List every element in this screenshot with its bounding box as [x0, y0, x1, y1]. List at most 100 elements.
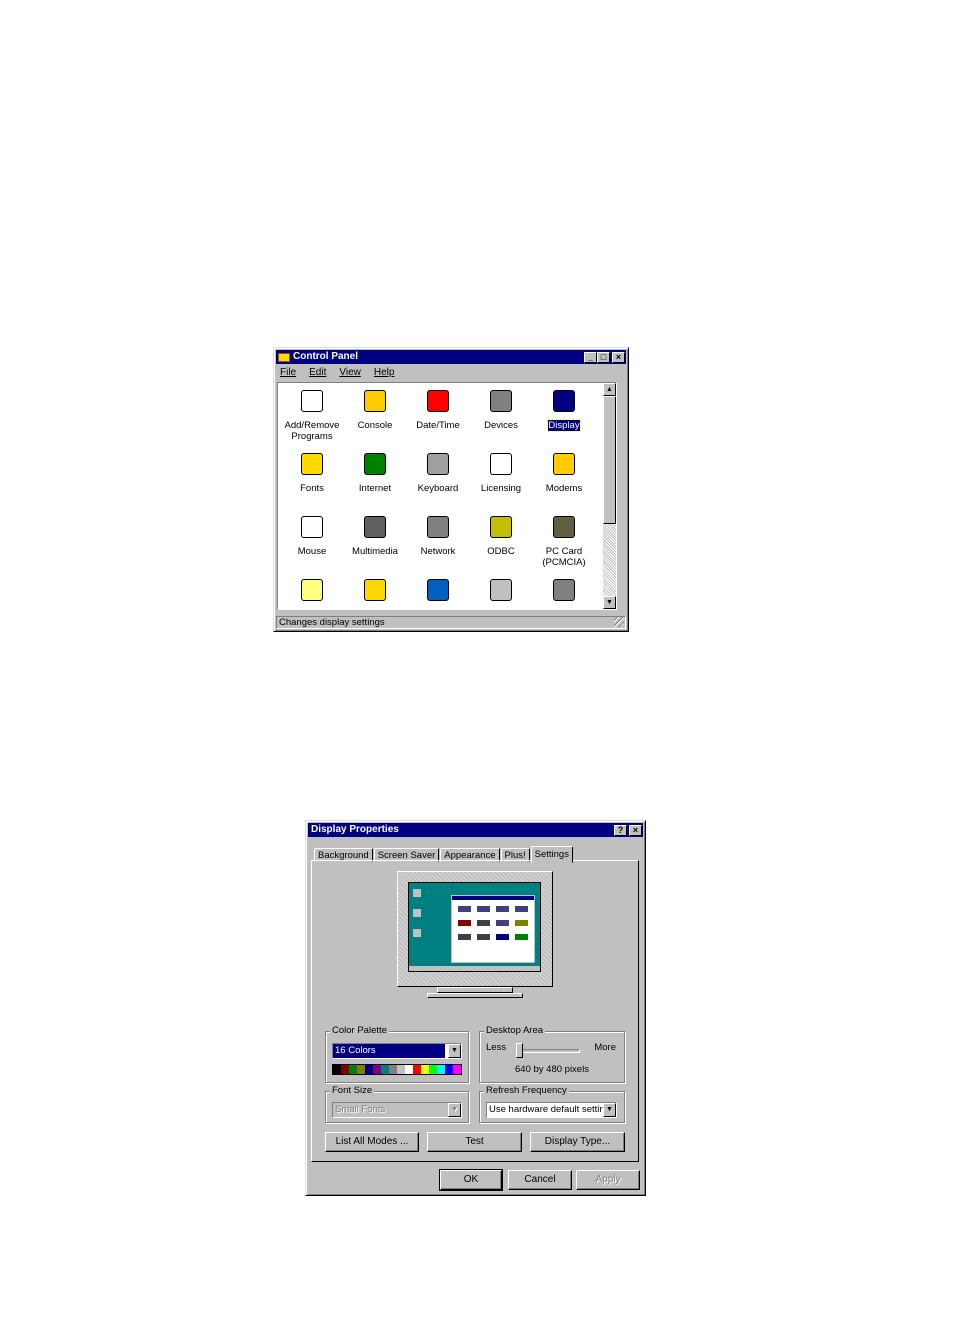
control-panel-icon-view: ▲ ▼ Add/Remove Programs Console Date/Time D… — [277, 382, 617, 610]
minimize-icon[interactable]: _ — [584, 351, 597, 363]
display-properties-titlebar[interactable]: Display Properties ? × — [308, 823, 643, 837]
font-size-group: Font Size Small Fonts ▼ — [325, 1085, 469, 1123]
color-swatch — [429, 1065, 437, 1074]
control-panel-item[interactable]: Modems — [532, 450, 596, 494]
control-panel-item[interactable]: Devices — [469, 387, 533, 431]
settings-tab-panel: Color Palette 16 Colors ▼ Desktop Area L… — [311, 860, 639, 1162]
color-swatch — [445, 1065, 453, 1074]
close-icon[interactable]: × — [629, 824, 642, 836]
desktop-area-slider-track[interactable] — [518, 1049, 580, 1053]
control-panel-item[interactable]: Mouse — [280, 513, 344, 557]
control-panel-item-label: Regional — [406, 609, 470, 610]
control-panel-item-label: Console — [357, 420, 393, 431]
color-swatch — [413, 1065, 421, 1074]
control-panel-item[interactable]: Console — [343, 387, 407, 431]
control-panel-item[interactable]: Server — [532, 576, 596, 610]
color-palette-swatches — [332, 1064, 462, 1075]
control-panel-item[interactable]: Keyboard — [406, 450, 470, 494]
scroll-down-icon[interactable]: ▼ — [603, 596, 616, 609]
cancel-button[interactable]: Cancel — [508, 1170, 572, 1190]
control-panel-item-label: Keyboard — [417, 483, 459, 494]
maximize-icon[interactable]: □ — [597, 351, 610, 363]
list-all-modes-button[interactable]: List All Modes ... — [325, 1132, 419, 1152]
server-icon — [548, 576, 580, 606]
control-panel-window: Control Panel _ □ × File Edit View Help … — [273, 347, 629, 632]
control-panel-item[interactable]: Ports — [280, 576, 344, 609]
certificate-icon — [485, 450, 517, 480]
control-panel-item[interactable]: SCSI Adapters — [469, 576, 533, 609]
menu-view[interactable]: View — [337, 366, 363, 380]
fonts-folder-icon — [296, 450, 328, 480]
color-palette-label: Color Palette — [330, 1025, 389, 1037]
scroll-up-icon[interactable]: ▲ — [603, 383, 616, 396]
desktop-area-group: Desktop Area Less More 640 by 480 pixels — [479, 1025, 625, 1083]
control-panel-item-label: Multimedia — [352, 546, 398, 557]
ok-button[interactable]: OK — [439, 1169, 503, 1191]
color-swatch — [349, 1065, 357, 1074]
font-size-select: Small Fonts ▼ — [332, 1102, 462, 1118]
apply-button[interactable]: Apply — [576, 1170, 640, 1190]
chevron-down-icon[interactable]: ▼ — [603, 1103, 616, 1117]
menu-edit[interactable]: Edit — [307, 366, 328, 380]
color-swatch — [373, 1065, 381, 1074]
tab-settings[interactable]: Settings — [530, 846, 573, 863]
color-swatch — [341, 1065, 349, 1074]
menu-help[interactable]: Help — [372, 366, 397, 380]
resize-grip-icon[interactable] — [614, 617, 624, 627]
color-swatch — [453, 1065, 461, 1074]
control-panel-item-label: Network — [420, 546, 456, 557]
refresh-frequency-group: Refresh Frequency Use hardware default s… — [479, 1085, 625, 1123]
control-panel-item[interactable]: Licensing — [469, 450, 533, 494]
control-panel-item[interactable]: Add/Remove Programs — [280, 387, 344, 442]
keyboard-icon — [422, 450, 454, 480]
color-swatch — [381, 1065, 389, 1074]
control-panel-item-label: Server — [532, 609, 596, 610]
control-panel-item-label: Add/Remove Programs — [284, 420, 340, 442]
clock-calendar-icon — [422, 387, 454, 417]
color-swatch — [389, 1065, 397, 1074]
control-panel-item[interactable]: Internet — [343, 450, 407, 494]
control-panel-item[interactable]: Network — [406, 513, 470, 557]
telephone-icon — [548, 450, 580, 480]
control-panel-item[interactable]: Fonts — [280, 450, 344, 494]
menu-file[interactable]: File — [278, 366, 298, 380]
control-panel-menubar: File Edit View Help — [278, 366, 396, 380]
close-icon[interactable]: × — [612, 351, 625, 363]
control-panel-item[interactable]: Regional — [406, 576, 470, 610]
control-panel-item[interactable]: PC Card (PCMCIA) — [532, 513, 596, 568]
resolution-text: 640 by 480 pixels — [515, 1064, 589, 1075]
control-panel-item-label: Display — [547, 419, 581, 432]
control-panel-item-label: Devices — [484, 420, 518, 431]
control-panel-item[interactable]: Display — [532, 387, 596, 432]
color-swatch — [437, 1065, 445, 1074]
refresh-frequency-select[interactable]: Use hardware default setting ▼ — [486, 1102, 617, 1118]
color-palette-select[interactable]: 16 Colors ▼ — [332, 1043, 462, 1059]
status-bar: Changes display settings — [276, 616, 626, 629]
color-swatch — [357, 1065, 365, 1074]
vertical-scrollbar[interactable]: ▲ ▼ — [603, 383, 616, 609]
devices-icon — [485, 387, 517, 417]
desktop-area-slider-thumb[interactable] — [516, 1043, 523, 1058]
control-panel-item[interactable]: ODBC — [469, 513, 533, 557]
ports-icon — [296, 576, 328, 606]
control-panel-item-label: PC Card (PCMCIA) — [542, 546, 586, 568]
display-type-button[interactable]: Display Type... — [530, 1132, 625, 1152]
printers-folder-icon — [359, 576, 391, 606]
chevron-down-icon[interactable]: ▼ — [448, 1044, 461, 1058]
color-swatch — [421, 1065, 429, 1074]
ms-dos-console-icon — [359, 387, 391, 417]
color-swatch — [333, 1065, 341, 1074]
control-panel-item[interactable]: Printers — [343, 576, 407, 609]
scrollbar-thumb[interactable] — [603, 396, 616, 524]
help-icon[interactable]: ? — [614, 824, 627, 836]
color-swatch — [365, 1065, 373, 1074]
control-panel-title: Control Panel — [293, 351, 359, 362]
test-button[interactable]: Test — [427, 1132, 522, 1152]
control-panel-item[interactable]: Date/Time — [406, 387, 470, 431]
control-panel-titlebar[interactable]: Control Panel _ □ × — [276, 350, 626, 364]
display-properties-dialog: Display Properties ? × Background Screen… — [305, 820, 646, 1196]
control-panel-item-label: Date/Time — [416, 420, 460, 431]
control-panel-item[interactable]: Multimedia — [343, 513, 407, 557]
control-panel-item-label: Fonts — [300, 483, 324, 494]
network-icon — [422, 513, 454, 543]
